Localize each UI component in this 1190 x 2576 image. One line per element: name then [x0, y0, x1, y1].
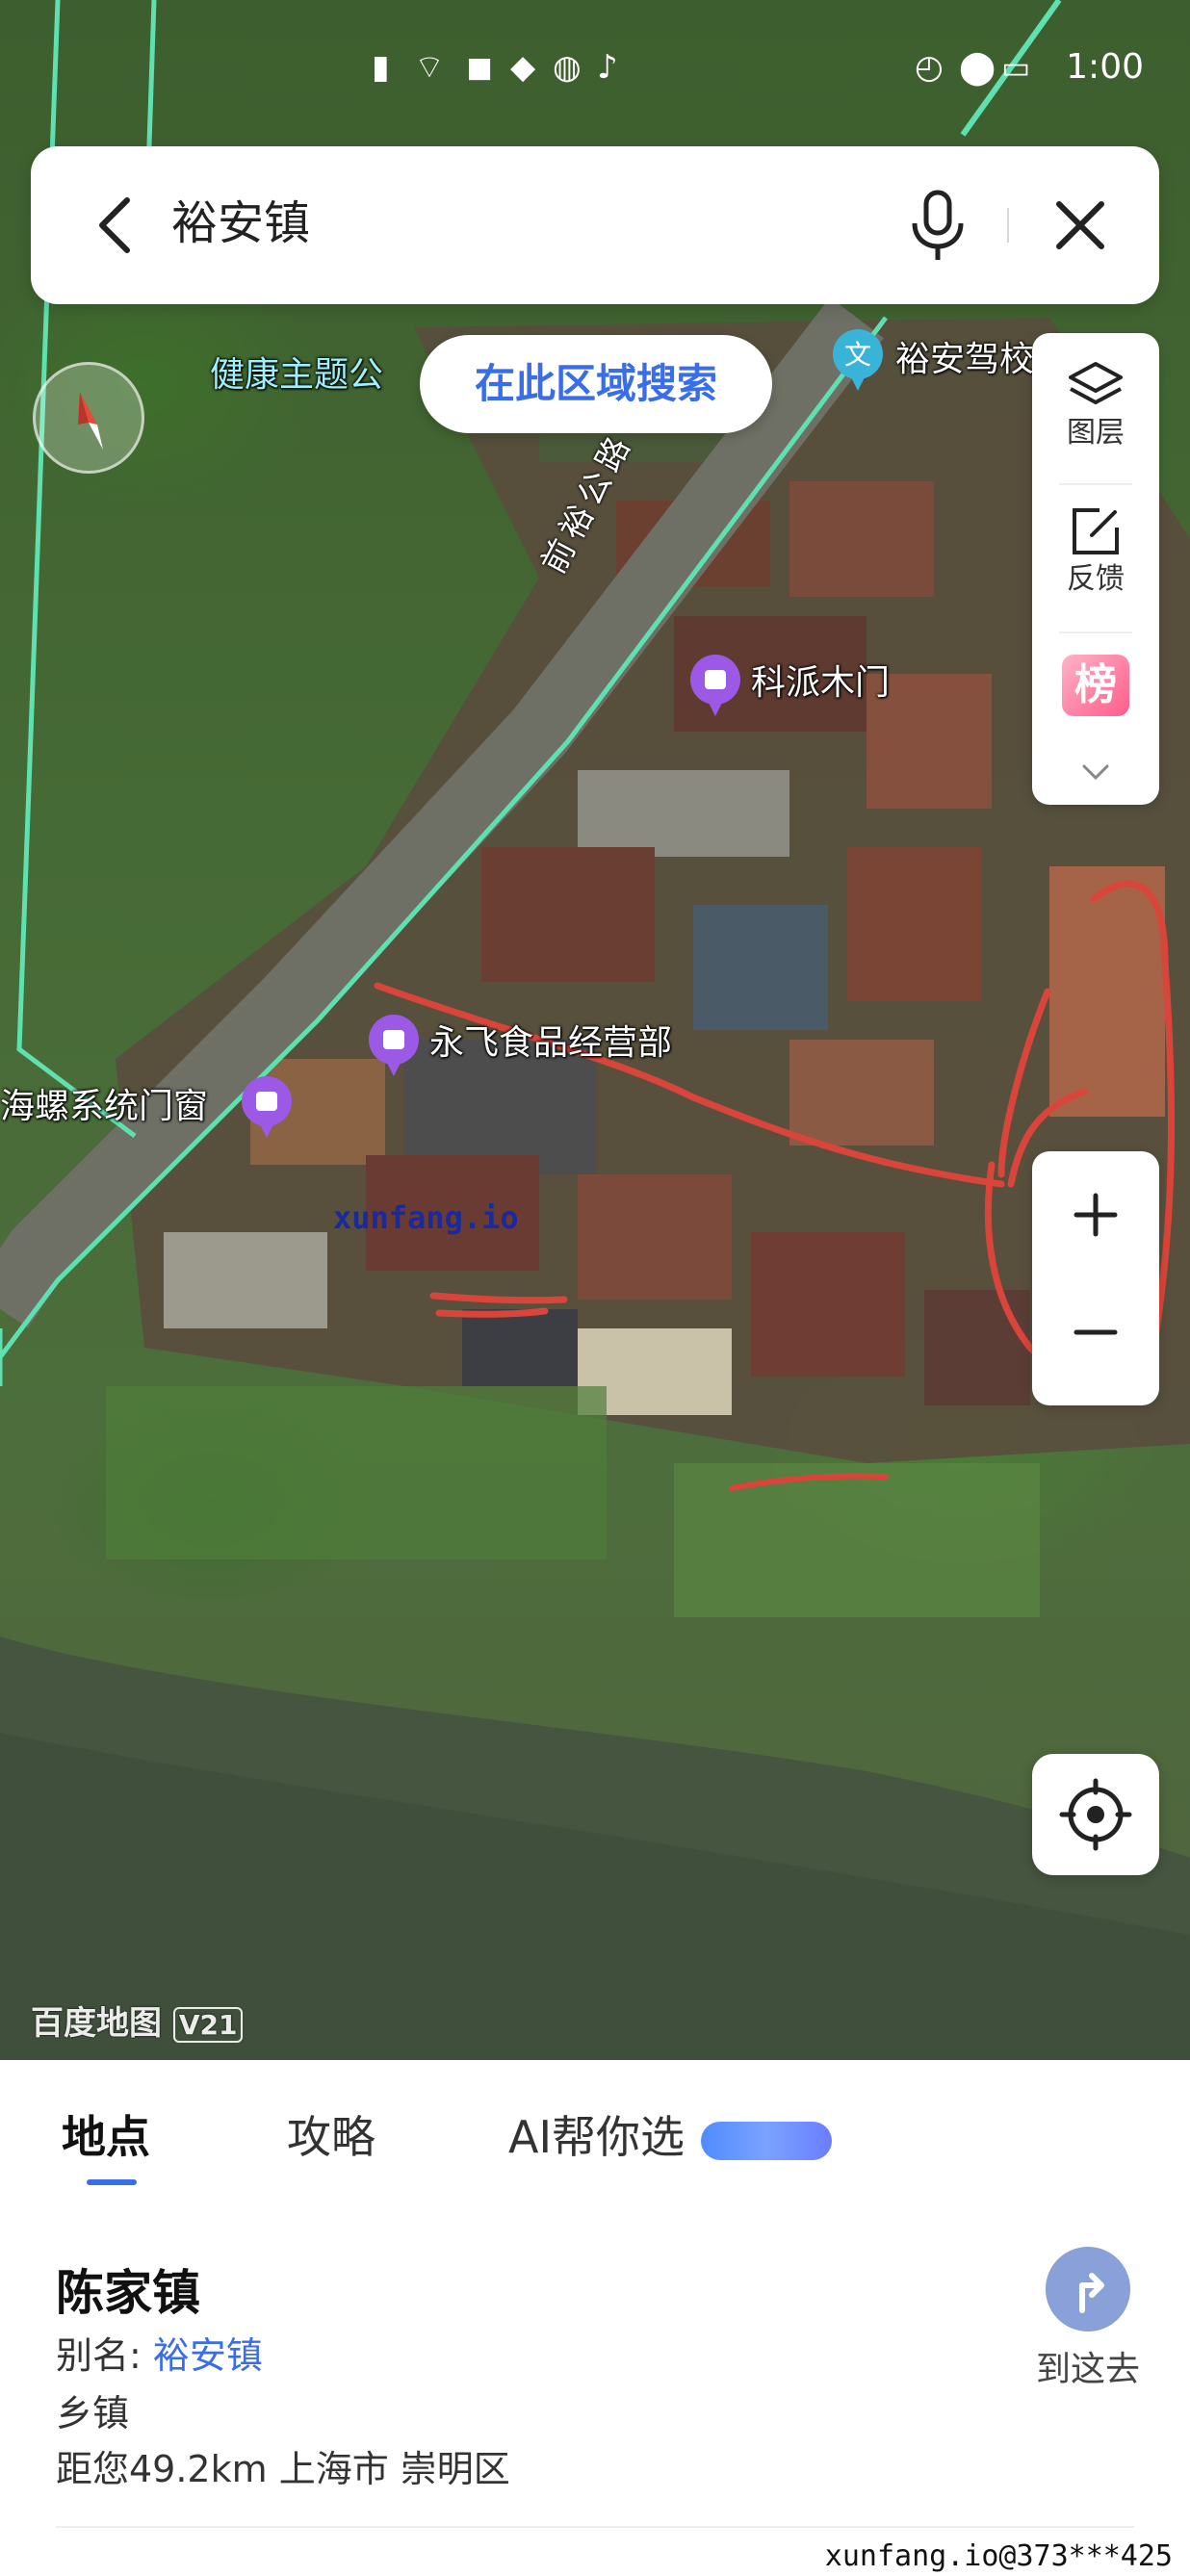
close-icon — [1056, 201, 1104, 249]
layers-button[interactable]: 图层 — [1032, 358, 1159, 451]
feedback-label: 反馈 — [1067, 562, 1125, 596]
map-tool-panel: 图层 反馈 榜 — [1032, 333, 1159, 805]
app-icon: ◼ — [466, 48, 494, 87]
chevron-left-icon — [99, 197, 130, 253]
alias-row: 别名: 裕安镇 — [56, 2326, 263, 2379]
compass-button[interactable] — [33, 362, 144, 474]
locate-me-button[interactable] — [1032, 1754, 1159, 1875]
search-input[interactable]: 裕安镇 — [171, 193, 310, 254]
zoom-controls — [1032, 1151, 1159, 1405]
expand-tools-button[interactable] — [1032, 760, 1159, 787]
map-label-driving-school[interactable]: 裕安驾校 — [895, 339, 1034, 381]
shop-pin-icon[interactable] — [239, 1074, 295, 1142]
baidu-map-logo: 百度地图 V21 — [31, 1996, 244, 2044]
layers-icon — [1069, 362, 1123, 404]
qq-icon: ◆ — [510, 48, 536, 87]
directions-button[interactable]: 到这去 — [1021, 2247, 1155, 2391]
shop-pin-icon[interactable] — [687, 653, 743, 720]
place-detail-sheet: 地点 攻略 AI帮你选 陈家镇 别名: 裕安镇 乡镇 距您49.2km 上海市 … — [0, 2060, 1190, 2576]
zoom-out-button[interactable] — [1032, 1278, 1159, 1405]
plus-icon — [1074, 1193, 1118, 1237]
tab-indicator — [87, 2179, 137, 2185]
compass-icon — [78, 392, 103, 450]
clear-search-button[interactable] — [1042, 187, 1119, 264]
divider — [1059, 631, 1132, 633]
back-button[interactable] — [79, 187, 156, 264]
divider — [1007, 208, 1009, 243]
divider — [56, 2526, 1134, 2528]
crosshair-icon — [1059, 1778, 1132, 1851]
place-category: 乡镇 — [56, 2392, 130, 2434]
directions-icon — [1046, 2247, 1130, 2331]
school-pin-icon[interactable]: 文 — [830, 327, 886, 395]
voice-search-button[interactable] — [899, 185, 976, 266]
tiktok-icon: ♪ — [597, 48, 618, 87]
location-icon: ⬤ — [959, 48, 996, 87]
wifi-icon: ⌔ — [414, 48, 445, 87]
battery-icon: ▭ — [1001, 49, 1031, 86]
brand-version: V21 — [172, 2007, 244, 2043]
layers-label: 图层 — [1067, 416, 1125, 450]
place-name: 陈家镇 — [56, 2265, 200, 2321]
ranking-icon: 榜 — [1062, 655, 1129, 716]
map-label-park[interactable]: 健康主题公 — [210, 354, 383, 397]
minus-icon — [1074, 1329, 1118, 1335]
tab-ai-select[interactable]: AI帮你选 — [508, 2108, 685, 2166]
edit-icon — [1073, 508, 1119, 554]
map-label-poi-2[interactable]: 永飞食品经营部 — [429, 1022, 672, 1065]
alias-link[interactable]: 裕安镇 — [153, 2334, 263, 2377]
place-distance: 距您49.2km 上海市 崇明区 — [56, 2448, 510, 2490]
directions-label: 到这去 — [1035, 2350, 1140, 2389]
ai-badge — [701, 2122, 832, 2160]
shop-pin-icon[interactable] — [366, 1013, 422, 1080]
zoom-in-button[interactable] — [1032, 1151, 1159, 1278]
search-in-area-button[interactable]: 在此区域搜索 — [420, 335, 772, 433]
alias-label: 别名: — [56, 2334, 142, 2377]
feedback-button[interactable]: 反馈 — [1032, 504, 1159, 597]
divider — [1059, 483, 1132, 485]
svg-text:文: 文 — [844, 339, 871, 371]
bottom-watermark: xunfang.io@373***425 — [824, 2539, 1173, 2573]
microphone-icon — [912, 190, 964, 260]
status-bar: ▮ ⌔ ◼ ◆ ◍ ♪ ◴ ⬤ ▭ 1:00 — [0, 39, 1190, 96]
alarm-icon: ◴ — [915, 48, 944, 87]
tab-place[interactable]: 地点 — [62, 2108, 150, 2166]
chevron-down-icon — [1082, 764, 1109, 781]
brand-name: 百度地图 — [31, 2004, 162, 2043]
tab-guide[interactable]: 攻略 — [287, 2108, 375, 2166]
ranking-button[interactable]: 榜 — [1032, 655, 1159, 716]
map-label-poi-3[interactable]: 海螺系统门窗 — [0, 1086, 208, 1128]
search-bar[interactable]: 裕安镇 — [31, 146, 1159, 304]
notification-icon: ▮ — [372, 48, 390, 87]
map-watermark: xunfang.io — [333, 1199, 519, 1236]
status-time: 1:00 — [1066, 47, 1144, 87]
map-view[interactable]: ▮ ⌔ ◼ ◆ ◍ ♪ ◴ ⬤ ▭ 1:00 裕安镇 健康主题公 在此区域搜索 … — [0, 0, 1190, 2060]
browser-icon: ◍ — [553, 48, 582, 87]
map-label-poi-1[interactable]: 科派木门 — [751, 662, 890, 705]
